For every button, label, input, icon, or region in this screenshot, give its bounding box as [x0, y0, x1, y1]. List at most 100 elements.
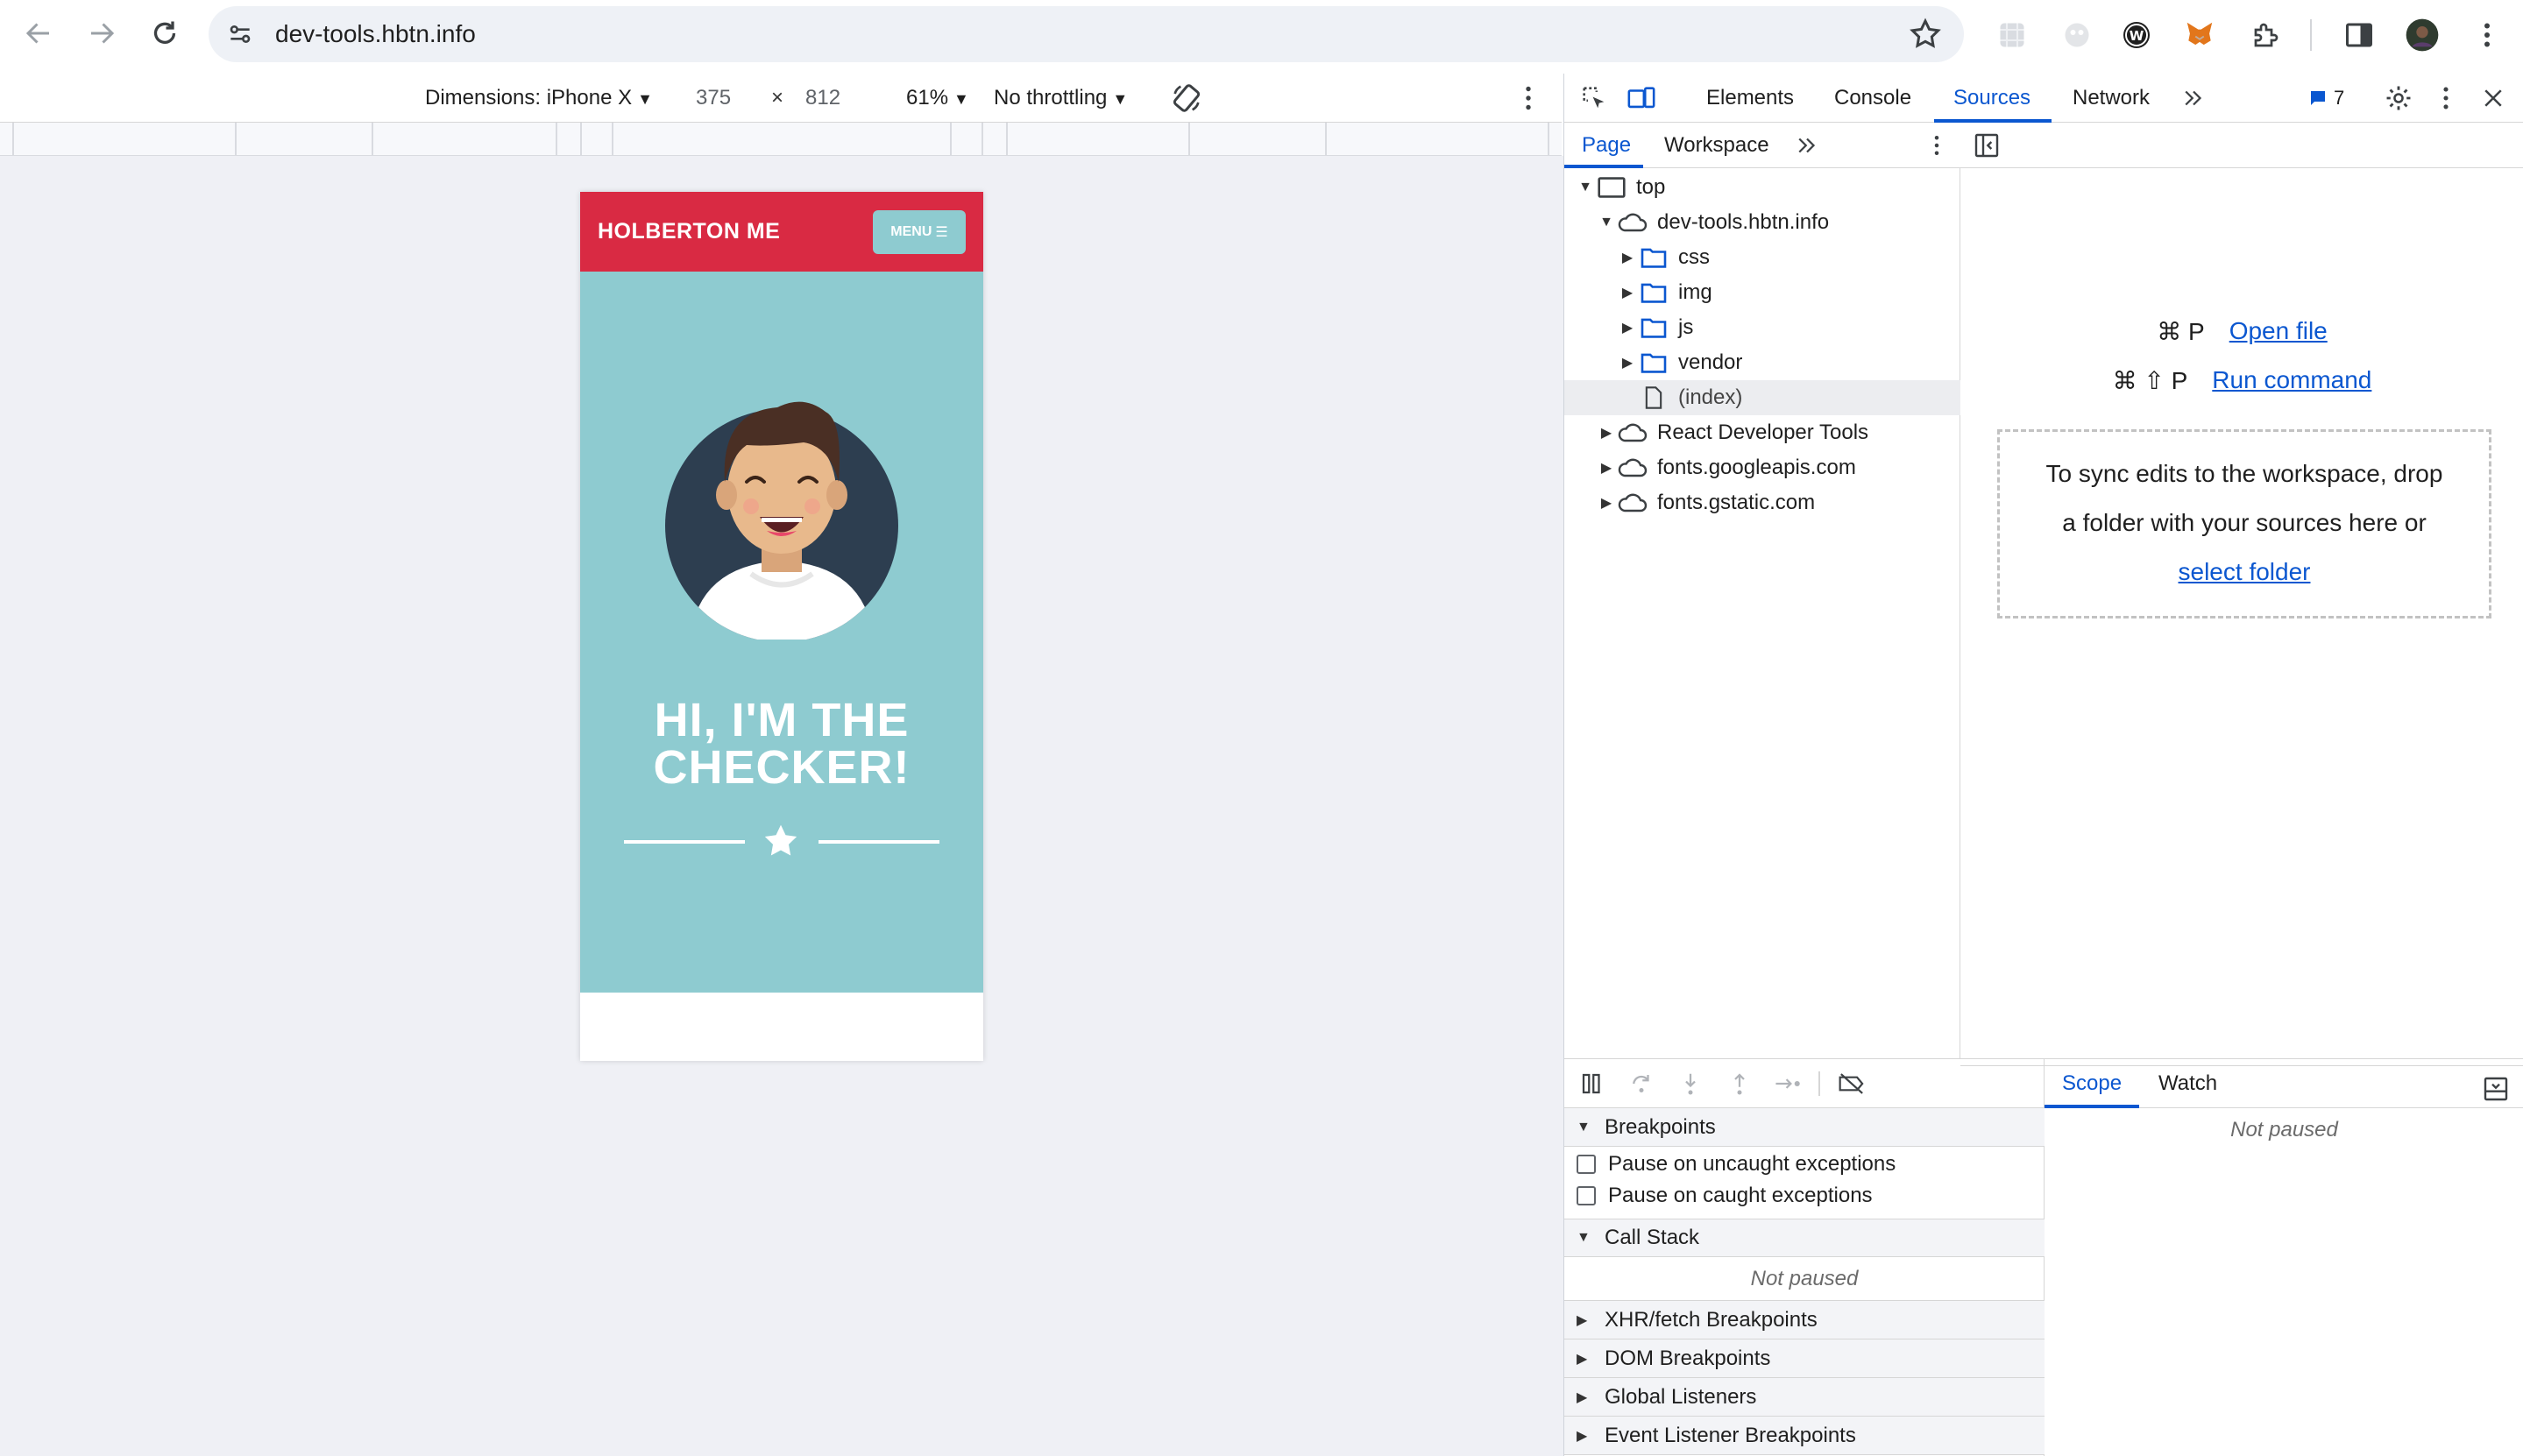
- reload-icon: [153, 21, 176, 44]
- step-out-icon[interactable]: [1724, 1068, 1755, 1099]
- tab-workspace[interactable]: Workspace: [1664, 123, 1769, 168]
- ruler-tick: [372, 123, 373, 156]
- url-text[interactable]: dev-tools.hbtn.info: [275, 6, 476, 62]
- step-into-icon[interactable]: [1675, 1068, 1706, 1099]
- tab-console[interactable]: Console: [1834, 74, 1911, 123]
- tab-elements[interactable]: Elements: [1706, 74, 1794, 123]
- wordpress-icon[interactable]: W: [2119, 18, 2154, 53]
- folder-icon: [1638, 315, 1669, 341]
- tree-item-vendor[interactable]: ▶ vendor: [1564, 345, 1960, 380]
- star-icon: [764, 824, 797, 856]
- extensions-puzzle-icon[interactable]: [2249, 18, 2284, 53]
- event-listener-breakpoints-section[interactable]: ▶ Event Listener Breakpoints: [1564, 1417, 2045, 1455]
- debugger-sidebar: ▼ Breakpoints Pause on uncaught exceptio…: [1564, 1059, 2045, 1456]
- select-folder-link[interactable]: select folder: [2179, 558, 2311, 585]
- tab-sources[interactable]: Sources: [1953, 74, 2030, 123]
- caret-down-icon: ▼: [1599, 215, 1613, 230]
- devtools-menu-icon[interactable]: [2430, 82, 2462, 114]
- throttling-dropdown[interactable]: No throttling ▼: [994, 74, 1128, 123]
- step-over-icon[interactable]: [1626, 1068, 1657, 1099]
- profile-avatar[interactable]: [2405, 18, 2440, 53]
- tree-item-index[interactable]: (index): [1564, 380, 1960, 415]
- toggle-navigator-icon[interactable]: [1973, 131, 2001, 159]
- address-bar[interactable]: dev-tools.hbtn.info: [209, 6, 1964, 62]
- open-file-link[interactable]: Open file: [2229, 317, 2328, 346]
- device-options-menu-icon[interactable]: [1513, 82, 1544, 114]
- back-button[interactable]: [14, 9, 63, 58]
- dimensions-dropdown[interactable]: Dimensions: iPhone X ▼: [425, 74, 653, 123]
- folder-icon: [1638, 279, 1669, 306]
- side-panel-icon[interactable]: [2342, 18, 2377, 53]
- tab-network[interactable]: Network: [2073, 74, 2150, 123]
- site-info-icon[interactable]: [223, 17, 258, 52]
- tree-item-react-devtools[interactable]: ▶ React Developer Tools: [1564, 415, 1960, 450]
- caret-right-icon: ▶: [1600, 496, 1612, 511]
- caret-right-icon: ▶: [1621, 356, 1634, 371]
- breakpoints-section-header[interactable]: ▼ Breakpoints: [1564, 1108, 2045, 1147]
- global-listeners-section[interactable]: ▶ Global Listeners: [1564, 1378, 2045, 1417]
- tab-scope[interactable]: Scope: [2062, 1059, 2122, 1108]
- tree-label: dev-tools.hbtn.info: [1657, 210, 1830, 234]
- pause-caught-option[interactable]: Pause on caught exceptions: [1564, 1180, 2045, 1212]
- tree-label: (index): [1678, 385, 1743, 409]
- global-listeners-label: Global Listeners: [1605, 1384, 1757, 1409]
- forward-button[interactable]: [77, 9, 126, 58]
- issues-counter[interactable]: 7: [2307, 82, 2344, 114]
- run-command-link[interactable]: Run command: [2212, 366, 2371, 395]
- media-query-ruler[interactable]: [0, 123, 1562, 156]
- more-navigator-tabs-icon[interactable]: [1794, 132, 1820, 159]
- close-devtools-icon[interactable]: [2477, 82, 2509, 114]
- more-tabs-chevron-icon[interactable]: [2178, 82, 2209, 114]
- cloud-icon: [1617, 209, 1648, 236]
- toolbar-divider: [1818, 1071, 1820, 1096]
- tree-item-img[interactable]: ▶ img: [1564, 275, 1960, 310]
- bookmark-star-icon[interactable]: [1908, 17, 1943, 52]
- tree-item-dev-tools-domain[interactable]: ▼ dev-tools.hbtn.info: [1564, 205, 1960, 240]
- height-input[interactable]: 812: [805, 74, 840, 123]
- extension-grid-icon[interactable]: [1995, 18, 2030, 53]
- tree-item-top[interactable]: ▼ top: [1564, 170, 1960, 205]
- tree-item-fonts-googleapis[interactable]: ▶ fonts.googleapis.com: [1564, 450, 1960, 485]
- pause-uncaught-checkbox[interactable]: [1577, 1155, 1596, 1174]
- deactivate-breakpoints-icon[interactable]: [1836, 1068, 1867, 1099]
- xhr-breakpoints-section[interactable]: ▶ XHR/fetch Breakpoints: [1564, 1301, 2045, 1339]
- rotate-icon[interactable]: [1169, 81, 1204, 116]
- width-input[interactable]: 375: [696, 74, 731, 123]
- inspect-element-icon[interactable]: [1578, 82, 1610, 114]
- reload-button[interactable]: [140, 9, 189, 58]
- tree-label: img: [1678, 280, 1712, 304]
- tab-watch[interactable]: Watch: [2158, 1059, 2217, 1108]
- device-toolbar: Dimensions: iPhone X ▼ 375 × 812 61% ▼ No …: [0, 74, 1562, 123]
- tree-item-js[interactable]: ▶ js: [1564, 310, 1960, 345]
- pause-resume-icon[interactable]: [1577, 1068, 1608, 1099]
- ruler-tick: [556, 123, 557, 156]
- menu-button[interactable]: MENU ☰: [873, 210, 966, 254]
- divider-line: [819, 840, 939, 844]
- tree-item-css[interactable]: ▶ css: [1564, 240, 1960, 275]
- emulated-phone-screen[interactable]: HOLBERTON ME MENU ☰ HI, I'M THE CHECKER!: [580, 192, 983, 1061]
- workspace-drop-zone[interactable]: To sync edits to the workspace, drop a f…: [1997, 429, 2491, 618]
- cloud-icon: [1617, 420, 1648, 446]
- site-brand[interactable]: HOLBERTON ME: [598, 192, 780, 272]
- extension-face-icon[interactable]: [2059, 18, 2094, 53]
- metamask-fox-icon[interactable]: [2182, 18, 2217, 53]
- tree-item-fonts-gstatic[interactable]: ▶ fonts.gstatic.com: [1564, 485, 1960, 520]
- site-header: HOLBERTON ME MENU ☰: [580, 192, 983, 272]
- settings-gear-icon[interactable]: [2383, 82, 2414, 114]
- step-icon[interactable]: [1773, 1068, 1804, 1099]
- hero-title: HI, I'M THE CHECKER!: [580, 696, 983, 791]
- breakpoints-label: Breakpoints: [1605, 1114, 1716, 1139]
- checker-avatar-image: [665, 401, 898, 640]
- scope-tab-bar: Scope Watch: [2045, 1059, 2523, 1108]
- ruler-tick: [982, 123, 983, 156]
- zoom-dropdown[interactable]: 61% ▼: [906, 74, 969, 123]
- chrome-menu-icon[interactable]: [2470, 18, 2505, 53]
- dom-breakpoints-section[interactable]: ▶ DOM Breakpoints: [1564, 1339, 2045, 1378]
- pause-caught-checkbox[interactable]: [1577, 1186, 1596, 1205]
- pause-uncaught-option[interactable]: Pause on uncaught exceptions: [1564, 1149, 2045, 1180]
- device-toggle-icon[interactable]: [1626, 82, 1657, 114]
- navigator-menu-icon[interactable]: [1924, 132, 1950, 159]
- tab-page[interactable]: Page: [1582, 123, 1631, 168]
- call-stack-section-header[interactable]: ▼ Call Stack: [1564, 1219, 2045, 1257]
- pause-caught-label: Pause on caught exceptions: [1608, 1184, 1873, 1207]
